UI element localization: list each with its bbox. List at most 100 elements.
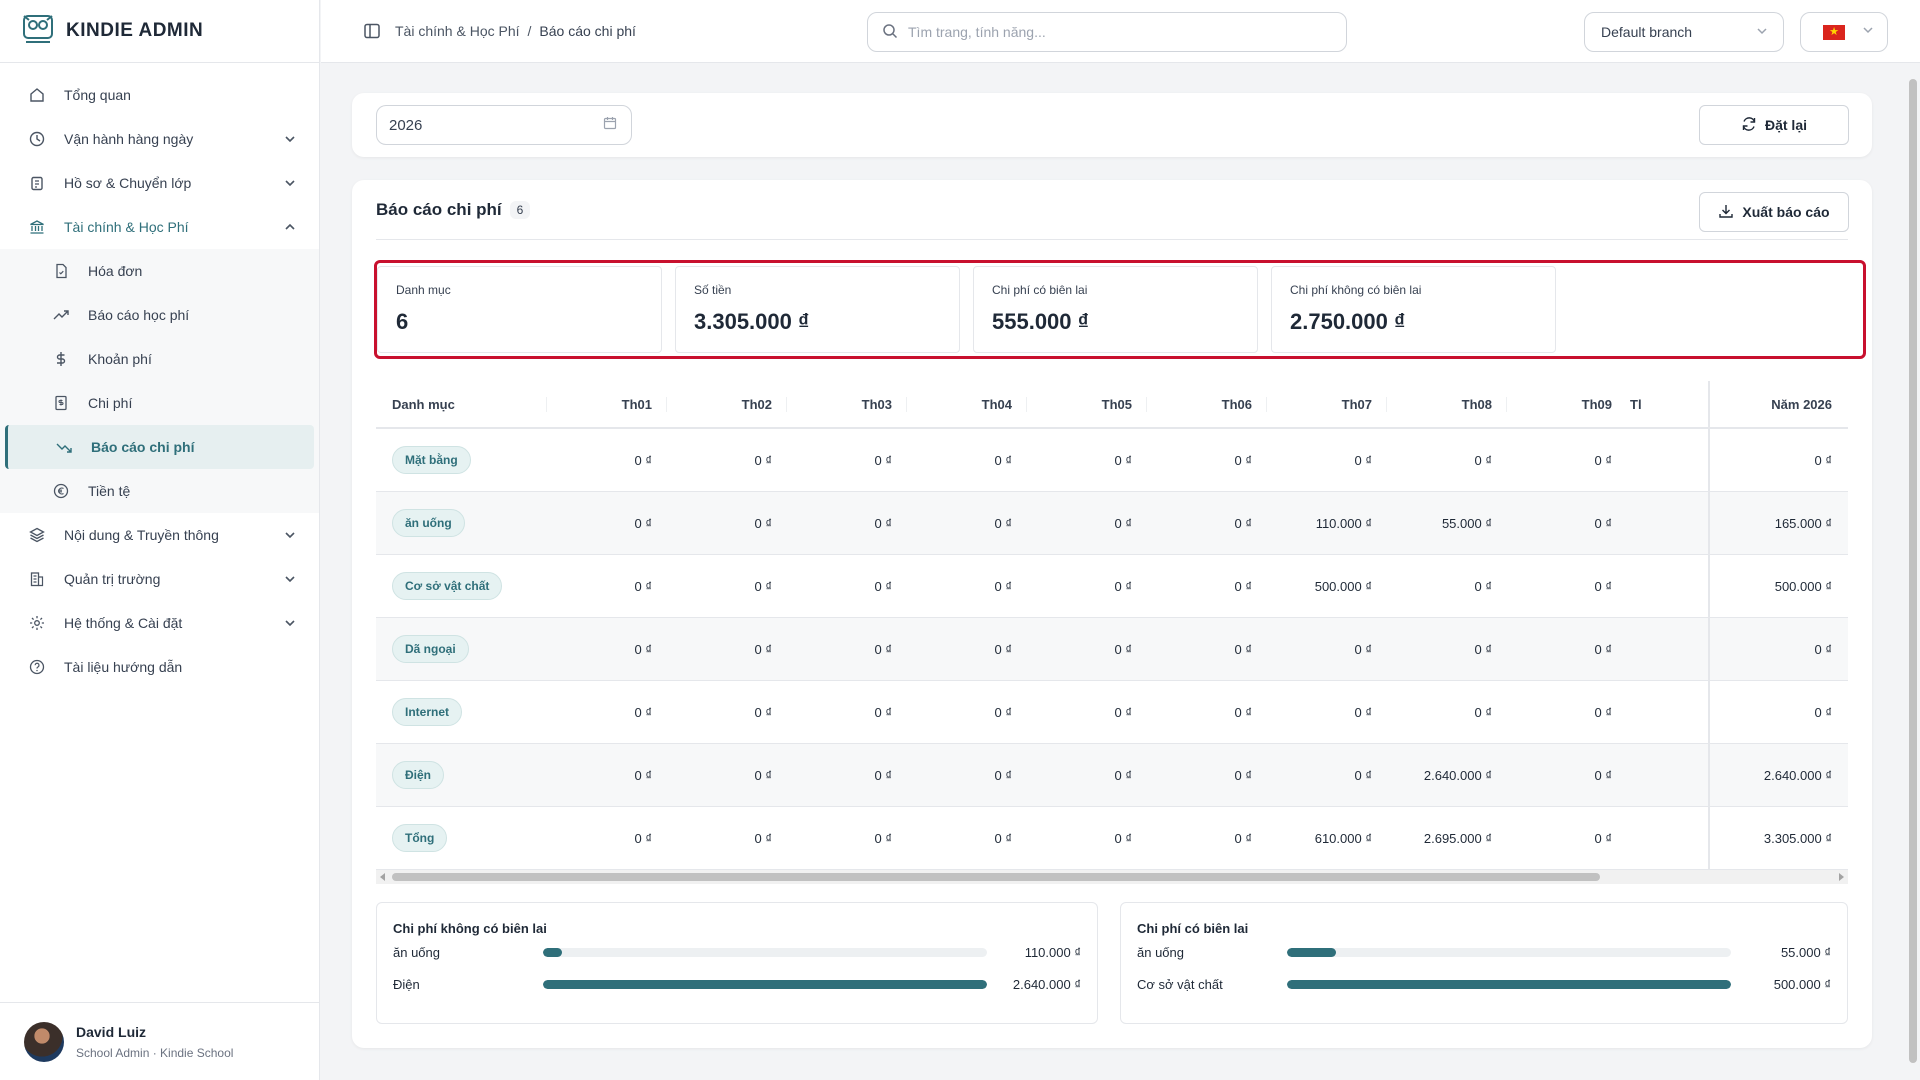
- user-profile[interactable]: David Luiz School Admin · Kindie School: [0, 1002, 320, 1080]
- branch-select[interactable]: Default branch: [1584, 12, 1784, 52]
- breakdown-label: Cơ sở vật chất: [1137, 976, 1223, 992]
- stat-card-amount: Số tiền 3.305.000 ₫: [675, 266, 960, 353]
- month-value-cell: 2.640.000 ₫: [1423, 767, 1492, 783]
- sidebar-item-label: Tiền tệ: [88, 483, 131, 499]
- table-horizontal-scrollbar[interactable]: [376, 870, 1848, 884]
- column-header-truncated: Tl: [1626, 381, 1710, 427]
- year-total-cell: 0 ₫: [1814, 704, 1832, 720]
- year-picker[interactable]: 2026: [376, 105, 632, 145]
- chevron-down-icon: [283, 132, 297, 146]
- sidebar-item-label: Vận hành hàng ngày: [64, 131, 194, 147]
- sidebar-toggle-icon[interactable]: [363, 22, 381, 45]
- month-value-cell: 0 ₫: [874, 704, 892, 720]
- month-value-cell: 0 ₫: [994, 515, 1012, 531]
- month-value-cell: 0 ₫: [1474, 704, 1492, 720]
- sidebar-item-docs[interactable]: Tài liệu hướng dẫn: [0, 645, 319, 689]
- truncated-cell: [1626, 807, 1710, 869]
- category-cell: Tổng: [376, 824, 546, 852]
- stat-card-categories: Danh mục 6: [377, 266, 662, 353]
- table-row: Mặt bằng 0 ₫ 0 ₫ 0 ₫ 0 ₫ 0 ₫ 0 ₫ 0 ₫ 0 ₫ 0 ₫ 0 ₫: [376, 429, 1848, 492]
- table-row: ăn uống 0 ₫ 0 ₫ 0 ₫ 0 ₫ 0 ₫ 0 ₫ 110.000 ₫ 55.000…: [376, 492, 1848, 555]
- year-total-cell: 0 ₫: [1814, 641, 1832, 657]
- scrollbar-thumb[interactable]: [392, 873, 1600, 881]
- month-value-cell: 0 ₫: [634, 641, 652, 657]
- column-header: Th09: [1506, 396, 1626, 412]
- sidebar-item-daily-operations[interactable]: Vận hành hàng ngày: [0, 117, 319, 161]
- month-value-cell: 0 ₫: [754, 830, 772, 846]
- scroll-right-icon[interactable]: [1837, 873, 1845, 881]
- sidebar-subitem-invoices[interactable]: Hóa đơn: [0, 249, 319, 293]
- search-input[interactable]: Tìm trang, tính năng...: [867, 12, 1347, 52]
- sidebar-item-label: Khoản phí: [88, 351, 152, 367]
- building-icon: [28, 570, 46, 588]
- month-value-cell: 0 ₫: [994, 704, 1012, 720]
- truncated-cell: [1626, 555, 1710, 617]
- sidebar-item-overview[interactable]: Tổng quan: [0, 73, 319, 117]
- scroll-left-icon[interactable]: [379, 873, 387, 881]
- year-total-cell: 0 ₫: [1814, 452, 1832, 468]
- month-value-cell: 0 ₫: [874, 641, 892, 657]
- report-title: Báo cáo chi phí: [376, 199, 502, 219]
- month-value-cell: 0 ₫: [754, 641, 772, 657]
- language-select[interactable]: ★: [1800, 12, 1888, 52]
- sidebar-item-school-admin[interactable]: Quản trị trường: [0, 557, 319, 601]
- sidebar-subitem-expenses[interactable]: Chi phí: [0, 381, 319, 425]
- reset-button[interactable]: Đặt lại: [1699, 105, 1849, 145]
- sidebar-item-label: Quản trị trường: [64, 571, 161, 587]
- column-header: Th07: [1266, 396, 1386, 412]
- category-cell: ăn uống: [376, 509, 546, 537]
- sidebar-item-content[interactable]: Nội dung & Truyền thông: [0, 513, 319, 557]
- gear-icon: [28, 614, 46, 632]
- sidebar-item-label: Chi phí: [88, 395, 133, 411]
- chevron-down-icon: [283, 572, 297, 586]
- table-row: Internet 0 ₫ 0 ₫ 0 ₫ 0 ₫ 0 ₫ 0 ₫ 0 ₫ 0 ₫ 0 ₫ 0 ₫: [376, 681, 1848, 744]
- month-value-cell: 0 ₫: [1474, 578, 1492, 594]
- category-tag: ăn uống: [392, 509, 465, 537]
- dollar-icon: [52, 350, 70, 368]
- breakdown-row: Điện 2.640.000 ₫: [393, 968, 1081, 1000]
- chevron-down-icon: [283, 176, 297, 190]
- table-row: Cơ sở vật chất 0 ₫ 0 ₫ 0 ₫ 0 ₫ 0 ₫ 0 ₫ 500.000 …: [376, 555, 1848, 618]
- month-value-cell: 0 ₫: [1594, 641, 1612, 657]
- scrollbar-thumb[interactable]: [1909, 79, 1917, 1063]
- brand[interactable]: KINDIE ADMIN: [0, 0, 319, 63]
- sidebar-subitem-currency[interactable]: Tiền tệ: [0, 469, 319, 513]
- page-scrollbar[interactable]: [1906, 63, 1920, 1080]
- month-value-cell: 0 ₫: [1234, 704, 1252, 720]
- month-value-cell: 0 ₫: [1234, 452, 1252, 468]
- table-row: Tổng 0 ₫ 0 ₫ 0 ₫ 0 ₫ 0 ₫ 0 ₫ 610.000 ₫ 2.695.000…: [376, 807, 1848, 870]
- stat-value: 2.750.000 ₫: [1290, 309, 1406, 334]
- sidebar-item-label: Hóa đơn: [88, 263, 143, 279]
- category-cell: Mặt bằng: [376, 446, 546, 474]
- export-report-button[interactable]: Xuất báo cáo: [1699, 192, 1849, 232]
- sidebar-subitem-expense-report[interactable]: Báo cáo chi phí: [5, 425, 314, 469]
- sidebar-item-records[interactable]: Hồ sơ & Chuyển lớp: [0, 161, 319, 205]
- truncated-cell: [1626, 681, 1710, 743]
- stat-label: Chi phí có biên lai: [992, 283, 1088, 297]
- search-icon: [882, 23, 898, 42]
- sidebar-item-finance[interactable]: Tài chính & Học Phí: [0, 205, 319, 249]
- sidebar-item-label: Hồ sơ & Chuyển lớp: [64, 175, 192, 191]
- month-value-cell: 0 ₫: [634, 704, 652, 720]
- month-value-cell: 0 ₫: [1114, 767, 1132, 783]
- branch-value: Default branch: [1601, 24, 1693, 40]
- month-value-cell: 0 ₫: [874, 578, 892, 594]
- chevron-down-icon: [1861, 23, 1875, 42]
- month-value-cell: 55.000 ₫: [1441, 515, 1492, 531]
- sidebar-subitem-fees[interactable]: Khoản phí: [0, 337, 319, 381]
- month-value-cell: 0 ₫: [1234, 641, 1252, 657]
- month-value-cell: 0 ₫: [634, 578, 652, 594]
- sidebar-subitem-tuition-report[interactable]: Báo cáo học phí: [0, 293, 319, 337]
- month-value-cell: 0 ₫: [1594, 704, 1612, 720]
- category-tag: Điện: [392, 761, 445, 789]
- sidebar-item-settings[interactable]: Hệ thống & Cài đặt: [0, 601, 319, 645]
- month-value-cell: 0 ₫: [754, 704, 772, 720]
- month-value-cell: 0 ₫: [874, 452, 892, 468]
- month-value-cell: 0 ₫: [1114, 704, 1132, 720]
- category-tag: Dã ngoại: [392, 635, 469, 663]
- month-value-cell: 0 ₫: [754, 767, 772, 783]
- month-value-cell: 0 ₫: [1474, 641, 1492, 657]
- column-header: Th06: [1146, 396, 1266, 412]
- sidebar: KINDIE ADMIN Tổng quan Vận hành hàng ngà…: [0, 0, 320, 1080]
- breadcrumb-item[interactable]: Tài chính & Học Phí: [395, 23, 520, 39]
